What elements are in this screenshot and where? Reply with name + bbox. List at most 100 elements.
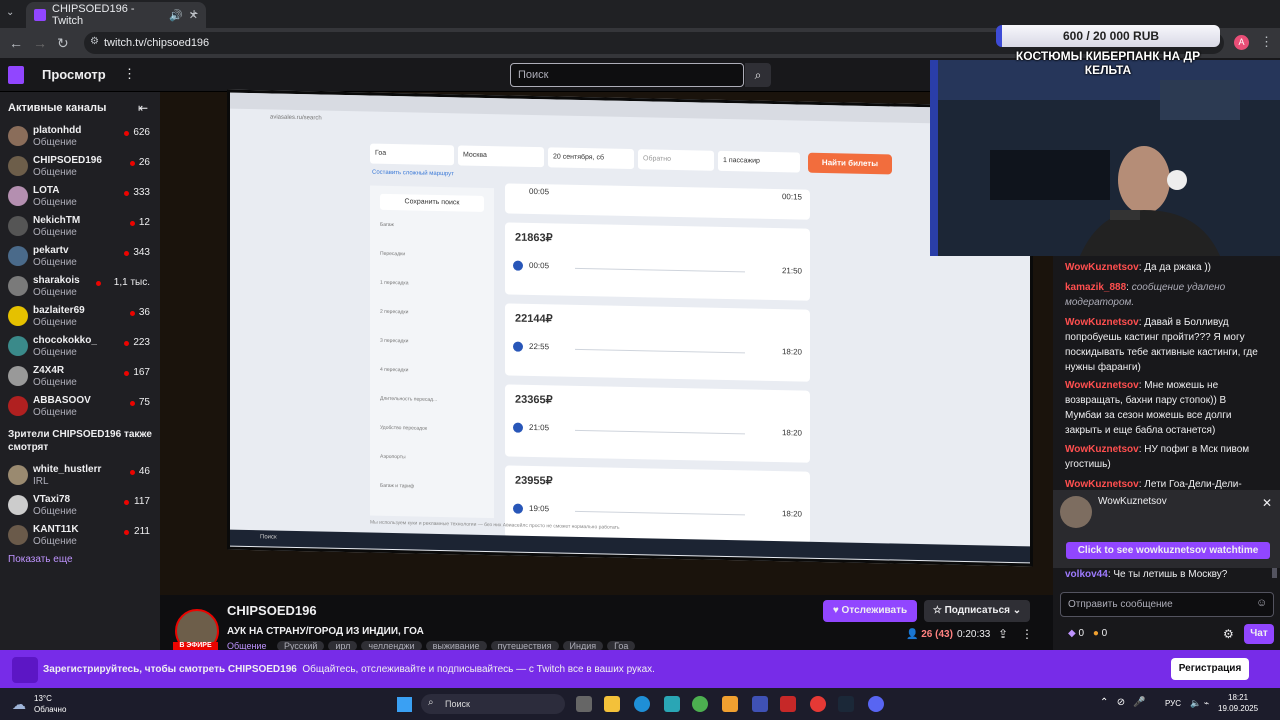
- follow-button[interactable]: ♥ Отслеживать: [823, 600, 917, 622]
- channel-name[interactable]: CHIPSOED196: [227, 603, 317, 618]
- chat-input[interactable]: Отправить сообщение: [1060, 592, 1274, 617]
- live-dot-icon: [129, 401, 135, 406]
- browser-menu-icon[interactable]: ⋮: [1260, 34, 1273, 50]
- clock-time[interactable]: 18:21: [1228, 693, 1248, 702]
- ticket-arrival: 18:20: [781, 428, 802, 438]
- chat-username[interactable]: volkov44: [1065, 569, 1108, 580]
- airline-logo-icon: [513, 341, 523, 352]
- weather-temp[interactable]: 13°C: [34, 694, 52, 703]
- register-button[interactable]: Регистрация: [1171, 658, 1249, 680]
- chat-username[interactable]: kamazik_888: [1065, 282, 1126, 293]
- monitor-filter-item: Удобство пересадок: [380, 424, 428, 432]
- chat-username[interactable]: WowKuznetsov: [1065, 380, 1139, 391]
- donation-goal-bar: 600 / 20 000 RUB: [996, 25, 1220, 47]
- close-icon[interactable]: ✕: [1262, 496, 1272, 510]
- sidebar-channel-item[interactable]: ABBASOOV Общение 75: [0, 392, 160, 422]
- windows-start-icon[interactable]: [397, 697, 412, 712]
- emote-picker-icon[interactable]: ☺: [1256, 597, 1267, 609]
- live-dot-icon: [124, 131, 130, 136]
- gear-icon[interactable]: ⚙: [1223, 627, 1234, 641]
- browse-link[interactable]: Просмотр: [42, 67, 106, 82]
- input-language[interactable]: РУС: [1165, 699, 1181, 708]
- sidebar-channel-item[interactable]: CHIPSOED196 Общение 26: [0, 152, 160, 182]
- chrome-icon[interactable]: [692, 696, 708, 712]
- app-icon-2[interactable]: [722, 696, 738, 712]
- channel-viewers: 117: [134, 496, 150, 507]
- clock-date[interactable]: 19.09.2025: [1218, 704, 1258, 713]
- app-icon-4[interactable]: [780, 696, 796, 712]
- sidebar-channel-item[interactable]: bazlaiter69 Общение 36: [0, 302, 160, 332]
- speaker-icon[interactable]: 🔊: [169, 9, 183, 22]
- cloud-icon[interactable]: ☁: [12, 696, 26, 713]
- more-options-icon[interactable]: ⋮: [1021, 627, 1033, 641]
- sidebar-channel-item[interactable]: VTaxi78 Общение 117: [0, 491, 160, 521]
- channel-avatar: [8, 276, 28, 296]
- search-input[interactable]: Поиск: [510, 63, 744, 87]
- sidebar-channel-item[interactable]: sharakois Общение 1,1 тыс.: [0, 272, 160, 302]
- channel-viewers: 26: [138, 157, 150, 168]
- sidebar-channel-item[interactable]: white_hustlerr IRL 46: [0, 461, 160, 491]
- sidebar-channel-item[interactable]: platonhdd Общение 626: [0, 122, 160, 152]
- search-icon: ⌕: [428, 697, 434, 708]
- channel-viewers: 343: [133, 247, 150, 258]
- top-card-arr: 00:15: [781, 192, 802, 202]
- system-tray-icons[interactable]: ⌃ ⊘ 🎤: [1100, 697, 1146, 708]
- sidebar-channel-item[interactable]: Z4X4R Общение 167: [0, 362, 160, 392]
- steam-icon[interactable]: [838, 696, 854, 712]
- sidebar-channel-item[interactable]: LOTA Общение 333: [0, 182, 160, 212]
- monitor-to-field: Москва: [458, 145, 544, 168]
- file-explorer-icon[interactable]: [604, 696, 620, 712]
- app-icon-1[interactable]: [664, 696, 680, 712]
- reload-icon[interactable]: ↻: [57, 35, 69, 52]
- tab-list-button[interactable]: ⌄: [6, 7, 14, 18]
- chat-username[interactable]: WowKuznetsov: [1065, 479, 1139, 490]
- twitch-logo-icon[interactable]: [8, 66, 24, 84]
- sidebar-channel-item[interactable]: NekichTM Общение 12: [0, 212, 160, 242]
- sidebar-channel-item[interactable]: chocokokko_ Общение 223: [0, 332, 160, 362]
- chat-username[interactable]: WowKuznetsov: [1065, 317, 1139, 328]
- channel-name: ABBASOOV: [33, 395, 91, 406]
- airline-logo-icon: [513, 503, 523, 514]
- show-more-link[interactable]: Показать еще: [8, 554, 73, 565]
- more-menu-icon[interactable]: ⋮: [123, 66, 136, 82]
- edge-icon[interactable]: [634, 696, 650, 712]
- network-volume-icons[interactable]: 🔈 ⌁: [1190, 698, 1209, 709]
- weather-desc[interactable]: Облачно: [34, 705, 66, 714]
- ticket-price: 21863₽: [515, 231, 553, 245]
- chat-send-button[interactable]: Чат: [1244, 624, 1274, 644]
- channel-avatar: [8, 156, 28, 176]
- ticket-route-line: [575, 267, 745, 273]
- browser-tab[interactable]: CHIPSOED196 - Twitch 🔊 ✕: [26, 2, 206, 28]
- chat-scrollbar[interactable]: [1272, 568, 1277, 578]
- app-icon-3[interactable]: [752, 696, 768, 712]
- sidebar-channel-item[interactable]: pekartv Общение 343: [0, 242, 160, 272]
- windows-search-box[interactable]: Поиск: [421, 694, 565, 714]
- channel-points[interactable]: ◆ 0 ● 0: [1068, 628, 1107, 639]
- channel-name: VTaxi78: [33, 494, 71, 505]
- monitor-from-field: Гоа: [370, 143, 454, 166]
- monitor-win-search: Поиск: [260, 534, 277, 541]
- chat-username[interactable]: WowKuznetsov: [1065, 444, 1139, 455]
- subscribe-button[interactable]: ☆ Подписаться ⌄: [924, 600, 1030, 622]
- collapse-sidebar-icon[interactable]: ⇤: [138, 101, 148, 115]
- watchtime-button[interactable]: Click to see wowkuznetsov watchtime: [1066, 542, 1270, 559]
- forward-icon[interactable]: →: [33, 35, 47, 51]
- channel-name: sharakois: [33, 275, 80, 286]
- chat-username[interactable]: WowKuznetsov: [1065, 262, 1139, 273]
- ticket-arrival: 18:20: [781, 347, 802, 357]
- search-icon[interactable]: ⌕: [745, 63, 771, 87]
- popup-avatar: [1060, 496, 1092, 528]
- channel-viewers: 211: [134, 526, 150, 537]
- app-icon-5[interactable]: [810, 696, 826, 712]
- back-icon[interactable]: ←: [9, 35, 23, 51]
- task-view-icon[interactable]: [576, 696, 592, 712]
- share-icon[interactable]: ⇪: [998, 627, 1008, 641]
- monitor-passengers-field: 1 пассажир: [718, 150, 800, 173]
- sidebar-channel-item[interactable]: KANT11K Общение 211: [0, 521, 160, 551]
- profile-avatar[interactable]: A: [1234, 35, 1249, 50]
- new-tab-button[interactable]: +: [190, 5, 198, 21]
- discord-icon[interactable]: [868, 696, 884, 712]
- also-watch-heading: Зрители CHIPSOED196 также смотрят: [8, 429, 152, 453]
- channel-avatar: [8, 465, 28, 485]
- site-info-icon[interactable]: ⚙: [90, 36, 99, 47]
